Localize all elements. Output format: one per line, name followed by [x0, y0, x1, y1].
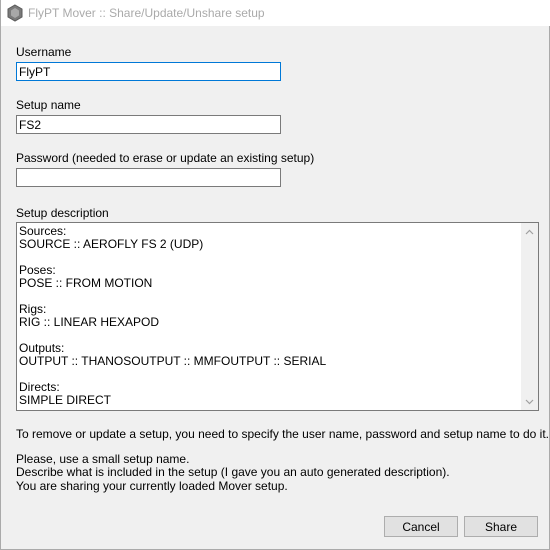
- info-text-remove-update: To remove or update a setup, you need to…: [16, 427, 549, 441]
- scroll-down-icon[interactable]: [521, 393, 538, 410]
- setup-description-text[interactable]: Sources: SOURCE :: AEROFLY FS 2 (UDP) Po…: [19, 225, 519, 407]
- cancel-button[interactable]: Cancel: [384, 516, 458, 537]
- share-setup-dialog: FlyPT Mover :: Share/Update/Unshare setu…: [0, 0, 550, 550]
- info-text-sharing: You are sharing your currently loaded Mo…: [16, 479, 288, 493]
- password-label: Password (needed to erase or update an e…: [16, 151, 315, 165]
- password-field[interactable]: [16, 168, 281, 187]
- setup-name-field[interactable]: [16, 115, 281, 134]
- info-text-describe: Describe what is included in the setup (…: [16, 465, 450, 479]
- setup-description-textarea[interactable]: Sources: SOURCE :: AEROFLY FS 2 (UDP) Po…: [16, 222, 539, 411]
- info-text-small-name: Please, use a small setup name.: [16, 452, 190, 466]
- username-field[interactable]: [16, 62, 281, 81]
- title-bar[interactable]: FlyPT Mover :: Share/Update/Unshare setu…: [1, 0, 550, 26]
- app-icon: [6, 4, 24, 22]
- window-title: FlyPT Mover :: Share/Update/Unshare setu…: [28, 6, 265, 20]
- username-label: Username: [16, 45, 72, 59]
- setup-name-label: Setup name: [16, 98, 81, 112]
- share-button[interactable]: Share: [464, 516, 538, 537]
- setup-description-label: Setup description: [16, 206, 109, 220]
- scroll-up-icon[interactable]: [521, 223, 538, 240]
- vertical-scrollbar[interactable]: [521, 223, 538, 410]
